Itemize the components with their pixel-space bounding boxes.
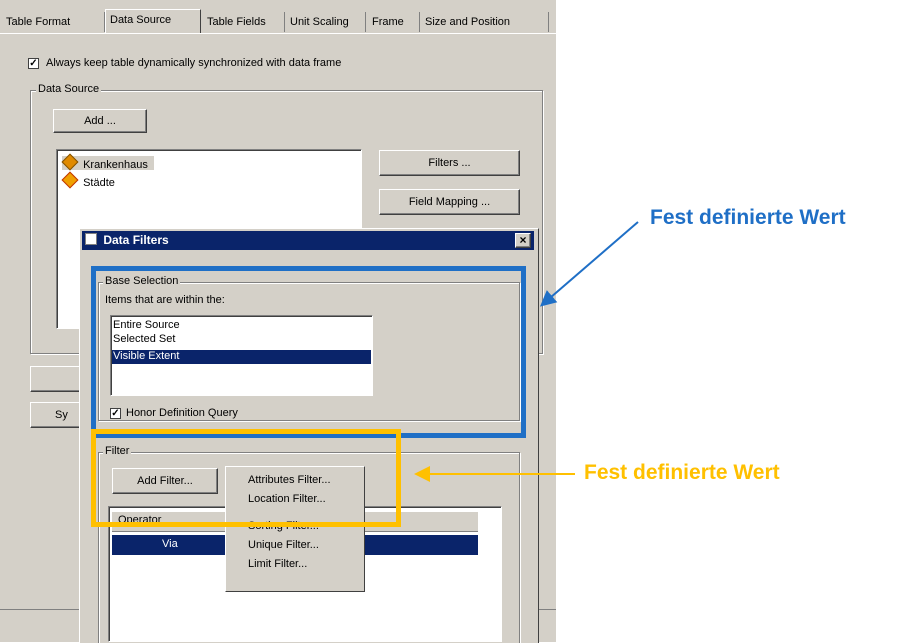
- tab-frame[interactable]: Frame: [368, 12, 420, 32]
- layer-item-staedte[interactable]: Städte: [61, 171, 115, 189]
- filter-row-value: Via: [162, 538, 178, 550]
- blue-arrow: [539, 221, 639, 307]
- field-mapping-button[interactable]: Field Mapping ...: [379, 189, 520, 215]
- close-icon[interactable]: ×: [515, 233, 531, 248]
- filters-button[interactable]: Filters ...: [379, 150, 520, 176]
- layer-label: Städte: [83, 177, 115, 189]
- layer-icon: [61, 171, 79, 189]
- yellow-annotation-label: Fest definierte Wert: [584, 461, 780, 484]
- layer-label: Krankenhaus: [83, 159, 148, 171]
- yellow-highlight-box: [91, 429, 401, 527]
- data-source-group-label: Data Source: [36, 83, 102, 95]
- sync-checkbox-label: Always keep table dynamically synchroniz…: [46, 57, 342, 69]
- dialog-title-bar: Data Filters: [82, 231, 534, 250]
- blue-annotation-label: Fest definierte Wert: [650, 206, 846, 229]
- sync-checkbox[interactable]: ✓: [28, 58, 39, 69]
- layer-item-krankenhaus[interactable]: Krankenhaus: [61, 153, 154, 171]
- tab-divider: [0, 33, 556, 34]
- dialog-title: Data Filters: [103, 233, 169, 247]
- menu-limit-filter[interactable]: Limit Filter...: [226, 555, 364, 574]
- tab-unit-scaling[interactable]: Unit Scaling: [286, 12, 366, 32]
- tab-size-and-position[interactable]: Size and Position: [421, 12, 549, 32]
- menu-unique-filter[interactable]: Unique Filter...: [226, 536, 364, 555]
- tab-table-format[interactable]: Table Format: [2, 12, 105, 32]
- layer-icon: [61, 153, 79, 171]
- tab-data-source[interactable]: Data Source: [105, 9, 201, 33]
- add-data-button[interactable]: Add ...: [53, 109, 147, 133]
- tab-table-fields[interactable]: Table Fields: [203, 12, 285, 32]
- dialog-icon: [85, 233, 97, 245]
- blue-highlight-box: [91, 266, 526, 438]
